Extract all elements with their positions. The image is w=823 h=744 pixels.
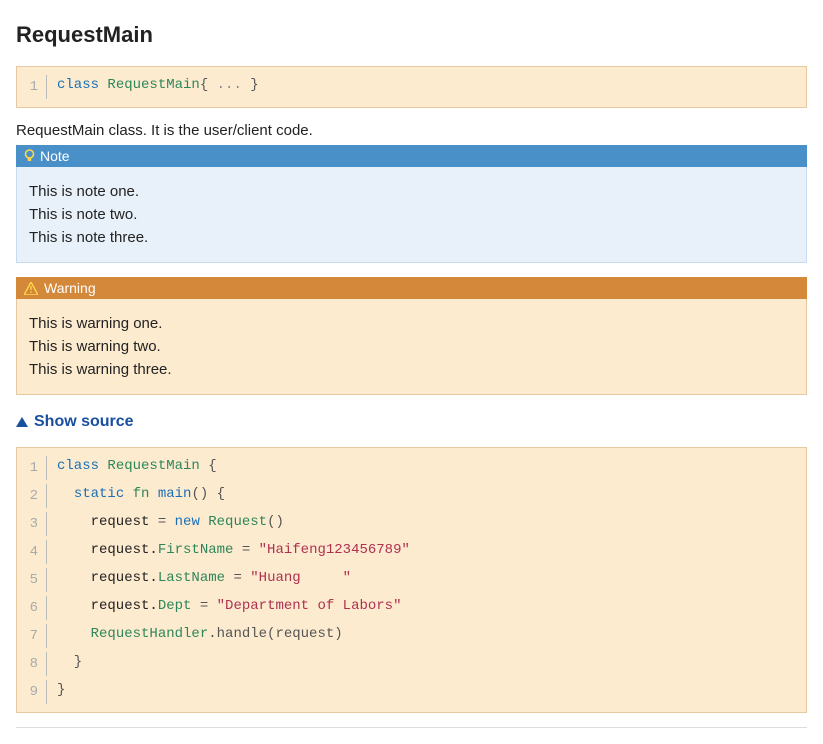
- code-line: 1 class RequestMain{ ... }: [17, 73, 806, 101]
- code-line: 5 request.LastName = "Huang ": [17, 566, 806, 594]
- line-number: 1: [17, 75, 47, 99]
- lightbulb-icon: [24, 149, 34, 163]
- code-content: }: [47, 650, 82, 678]
- line-number: 6: [17, 596, 47, 620]
- warning-triangle-icon: [24, 282, 38, 295]
- code-content: request.Dept = "Department of Labors": [47, 594, 402, 622]
- page-title: RequestMain: [16, 22, 807, 48]
- line-number: 7: [17, 624, 47, 648]
- declaration-code-block: 1 class RequestMain{ ... }: [16, 66, 807, 108]
- show-source-toggle[interactable]: Show source: [16, 413, 807, 431]
- warning-header: Warning: [16, 277, 807, 299]
- warning-item: This is warning one.: [29, 315, 794, 332]
- line-number: 9: [17, 680, 47, 704]
- code-line: 4 request.FirstName = "Haifeng123456789": [17, 538, 806, 566]
- line-number: 4: [17, 540, 47, 564]
- note-box: Note This is note one.This is note two.T…: [16, 145, 807, 263]
- triangle-up-icon: [16, 417, 28, 427]
- note-item: This is note one.: [29, 183, 794, 200]
- code-content: request.LastName = "Huang ": [47, 566, 351, 594]
- warning-box: Warning This is warning one.This is warn…: [16, 277, 807, 395]
- warning-item: This is warning two.: [29, 338, 794, 355]
- code-line: 7 RequestHandler.handle(request): [17, 622, 806, 650]
- code-content: RequestHandler.handle(request): [47, 622, 343, 650]
- note-label: Note: [40, 148, 70, 164]
- note-item: This is note two.: [29, 206, 794, 223]
- code-line: 1class RequestMain {: [17, 454, 806, 482]
- note-body: This is note one. This is note two. This i…: [16, 167, 807, 263]
- code-content: request = new Request(): [47, 510, 284, 538]
- code-line: 6 request.Dept = "Department of Labors": [17, 594, 806, 622]
- warning-label: Warning: [44, 280, 96, 296]
- class-description: RequestMain class. It is the user/client…: [16, 122, 807, 139]
- show-source-label: Show source: [34, 413, 134, 431]
- code-content: request.FirstName = "Haifeng123456789": [47, 538, 410, 566]
- code-line: 8 }: [17, 650, 806, 678]
- note-item: This is note three.: [29, 229, 794, 246]
- code-content: class RequestMain {: [47, 454, 217, 482]
- line-number: 1: [17, 456, 47, 480]
- line-number: 8: [17, 652, 47, 676]
- code-line: 2 static fn main() {: [17, 482, 806, 510]
- line-number: 5: [17, 568, 47, 592]
- warning-item: This is warning three.: [29, 361, 794, 378]
- code-line: 3 request = new Request(): [17, 510, 806, 538]
- warning-body: This is warning one. This is warning two.…: [16, 299, 807, 395]
- line-number: 3: [17, 512, 47, 536]
- note-header: Note: [16, 145, 807, 167]
- code-content: }: [47, 678, 65, 706]
- divider: [16, 727, 807, 728]
- source-code-block: 1class RequestMain {2 static fn main() {…: [16, 447, 807, 713]
- code-content: static fn main() {: [47, 482, 225, 510]
- line-number: 2: [17, 484, 47, 508]
- code-line: 9}: [17, 678, 806, 706]
- code-content: class RequestMain{ ... }: [47, 73, 259, 101]
